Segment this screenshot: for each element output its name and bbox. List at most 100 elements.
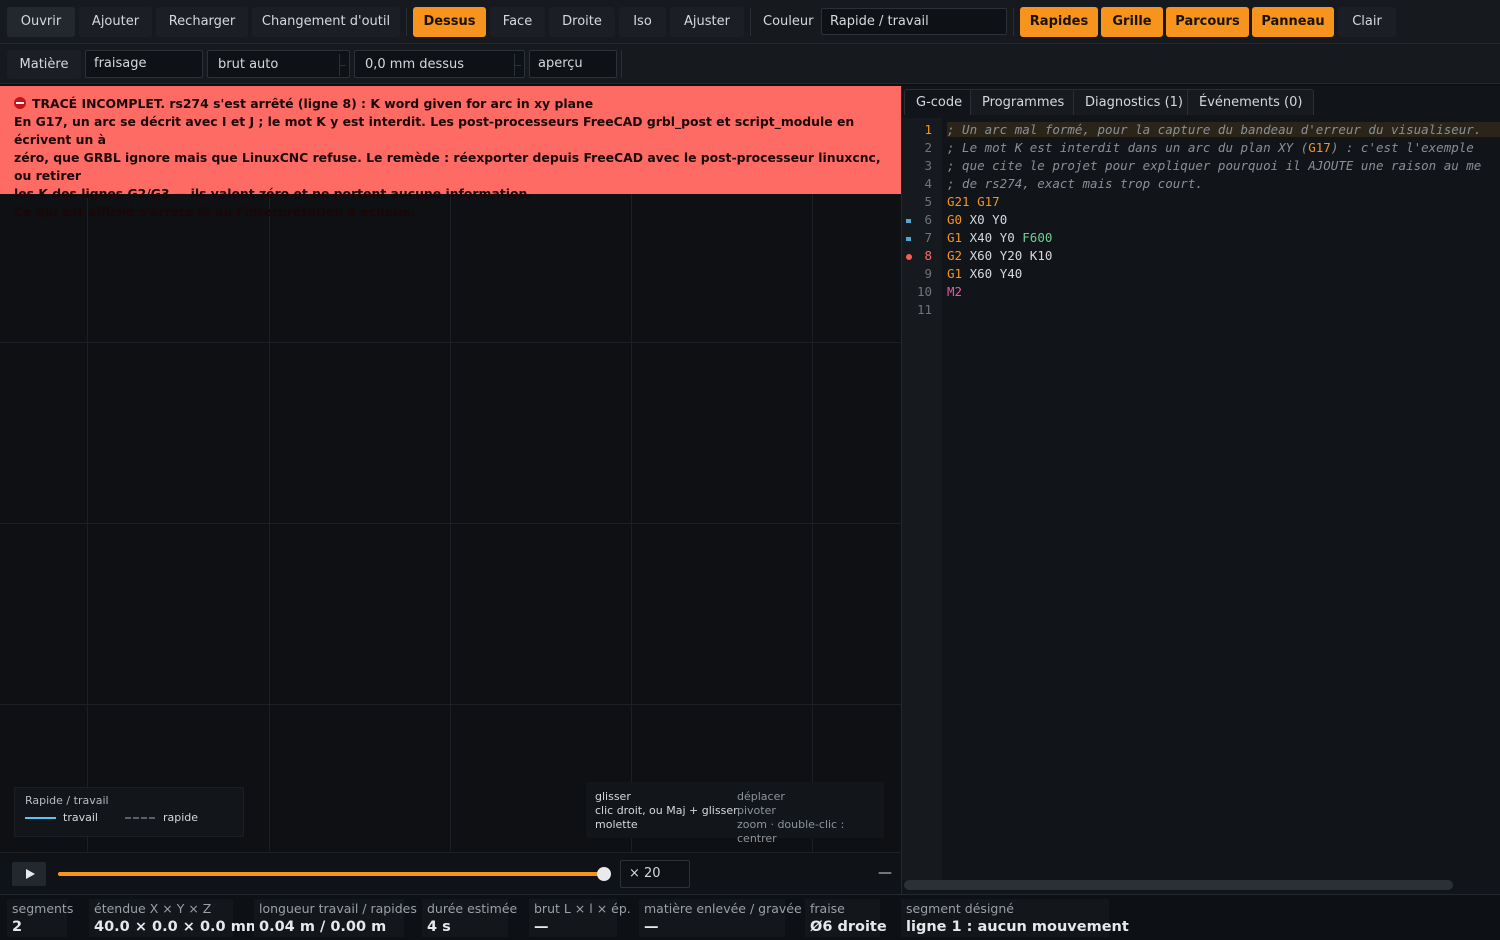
stat-value: — xyxy=(534,919,549,935)
stop-icon xyxy=(14,97,26,109)
legend-work-label: travail xyxy=(63,811,98,824)
stat-value: ligne 1 : aucun mouvement xyxy=(906,919,1129,935)
toolpath-viewport[interactable]: TRACÉ INCOMPLET. rs274 s'est arrêté (lig… xyxy=(0,86,901,852)
stat-label: durée estimée xyxy=(427,901,518,916)
toolbar-divider xyxy=(621,50,622,78)
error-text-line: En G17, un arc se décrit avec I et J ; l… xyxy=(14,114,855,147)
segment-marker-icon xyxy=(906,237,911,241)
stat-duration: durée estimée 4 s xyxy=(422,899,517,937)
offset-spinner[interactable] xyxy=(514,54,521,76)
stat-removed: matière enlevée / gravée — xyxy=(639,899,802,937)
display-mode-select[interactable]: aperçu xyxy=(529,50,617,78)
help-action: déplacer xyxy=(737,790,785,803)
toggle-grid-button[interactable]: Grille xyxy=(1101,7,1163,37)
gcode-line[interactable]: ; de rs274, exact mais trop court. xyxy=(947,176,1203,191)
gcode-line[interactable]: G2 X60 Y20 K10 xyxy=(947,248,1052,263)
stat-label: étendue X × Y × Z xyxy=(94,901,212,916)
main-toolbar: Ouvrir Ajouter Recharger Changement d'ou… xyxy=(0,0,1500,44)
line-number: 5 xyxy=(924,194,932,209)
error-banner: TRACÉ INCOMPLET. rs274 s'est arrêté (lig… xyxy=(0,86,901,219)
progress-slider[interactable] xyxy=(58,867,611,881)
gcode-line[interactable]: G21 G17 xyxy=(947,194,1000,209)
horizontal-scrollbar[interactable] xyxy=(904,880,1453,890)
toolbar-divider xyxy=(750,8,751,36)
playback-end-marker: — xyxy=(878,865,892,881)
side-panel: G-code Programmes Diagnostics (1) Événem… xyxy=(901,86,1500,894)
view-top-button[interactable]: Dessus xyxy=(413,7,486,37)
tab-gcode[interactable]: G-code xyxy=(904,89,975,115)
gcode-line[interactable]: M2 xyxy=(947,284,962,299)
toggle-paths-button[interactable]: Parcours xyxy=(1166,7,1249,37)
toolbar-divider xyxy=(406,8,407,36)
view-front-button[interactable]: Face xyxy=(490,7,545,37)
line-number: 4 xyxy=(924,176,932,191)
stat-label: fraise xyxy=(810,901,845,916)
stat-value: 2 xyxy=(12,919,23,935)
toggle-rapids-button[interactable]: Rapides xyxy=(1020,7,1098,37)
stat-value: 4 s xyxy=(427,919,451,935)
tab-events[interactable]: Événements (0) xyxy=(1187,89,1315,115)
stat-extent: étendue X × Y × Z 40.0 × 0.0 × 0.0 mm xyxy=(89,899,261,937)
open-button[interactable]: Ouvrir xyxy=(7,7,75,37)
view-right-button[interactable]: Droite xyxy=(549,7,615,37)
tool-change-button[interactable]: Changement d'outil xyxy=(252,7,400,37)
add-button[interactable]: Ajouter xyxy=(79,7,152,37)
reload-button[interactable]: Recharger xyxy=(156,7,248,37)
line-number: 3 xyxy=(924,158,932,173)
operation-select[interactable]: fraisage xyxy=(85,50,203,78)
path-legend: Rapide / travail travail rapide xyxy=(14,787,244,837)
material-button[interactable]: Matière xyxy=(7,50,81,79)
view-iso-button[interactable]: Iso xyxy=(619,7,666,37)
gcode-line[interactable]: G1 X60 Y40 xyxy=(947,266,1022,281)
offset-spinbox[interactable]: 0,0 mm dessus xyxy=(354,50,525,78)
line-number: 11 xyxy=(916,302,932,317)
error-title-row: TRACÉ INCOMPLET. rs274 s'est arrêté (lig… xyxy=(14,95,887,113)
stat-stock: brut L × l × ép. — xyxy=(529,899,631,937)
help-action: zoom · double-clic : centrer xyxy=(737,818,845,845)
line-number: 2 xyxy=(924,140,932,155)
error-marker-icon xyxy=(906,254,912,260)
view-fit-button[interactable]: Ajuster xyxy=(670,7,744,37)
help-key: molette xyxy=(595,818,638,831)
stat-label: matière enlevée / gravée xyxy=(644,901,802,916)
stat-value: Ø6 droite xyxy=(810,919,887,935)
color-scheme-select[interactable]: Rapide / travail xyxy=(821,8,1007,35)
tab-programs[interactable]: Programmes xyxy=(970,89,1077,115)
stat-segment: segment désigné ligne 1 : aucun mouvemen… xyxy=(901,899,1129,937)
stat-label: segment désigné xyxy=(906,901,1014,916)
stock-select-value: brut auto xyxy=(218,57,279,72)
mouse-help-box: glisser déplacer clic droit, ou Maj + gl… xyxy=(586,782,884,845)
gcode-editor[interactable]: 1 2 3 4 5 6 7 8 9 10 11 ; Un arc mal formé, pour l… xyxy=(902,118,1500,880)
stat-segments: segments 2 xyxy=(7,899,73,937)
gcode-line[interactable]: ; Le mot K est interdit dans un arc du p… xyxy=(947,140,1474,155)
error-title: TRACÉ INCOMPLET. rs274 s'est arrêté (lig… xyxy=(32,96,594,111)
error-text-line: les K des lignes G2/G3 — ils valent zéro… xyxy=(14,186,533,201)
theme-light-button[interactable]: Clair xyxy=(1338,7,1396,37)
legend-title: Rapide / travail xyxy=(25,794,109,807)
gcode-line[interactable]: G1 X40 Y0 F600 xyxy=(947,230,1052,245)
progress-fill xyxy=(58,872,604,876)
play-button[interactable] xyxy=(12,862,46,886)
tab-diagnostics[interactable]: Diagnostics (1) xyxy=(1073,89,1195,115)
stock-select[interactable]: brut auto xyxy=(207,50,350,78)
stat-value: 0.04 m / 0.00 m xyxy=(259,919,387,935)
line-number: 9 xyxy=(924,266,932,281)
segment-marker-icon xyxy=(906,219,911,223)
gcode-line[interactable]: ; Un arc mal formé, pour la capture du b… xyxy=(947,122,1500,137)
error-text-line: zéro, que GRBL ignore mais que LinuxCNC … xyxy=(14,150,881,183)
help-action: pivoter xyxy=(737,804,776,817)
progress-thumb[interactable] xyxy=(597,867,611,881)
stock-spinner[interactable] xyxy=(339,54,346,76)
stat-value: 40.0 × 0.0 × 0.0 mm xyxy=(94,919,261,935)
gcode-line[interactable]: ; que cite le projet pour expliquer pour… xyxy=(947,158,1481,173)
toggle-panel-button[interactable]: Panneau xyxy=(1252,7,1334,37)
material-toolbar: Matière fraisage brut auto 0,0 mm dessus… xyxy=(0,44,1500,84)
line-number: 1 xyxy=(924,122,932,137)
error-text-line: Ce qui est affiché s'arrête là où l'inte… xyxy=(14,204,416,219)
stat-label: longueur travail / rapides xyxy=(259,901,417,916)
stat-tool: fraise Ø6 droite xyxy=(805,899,887,937)
stat-label: segments xyxy=(12,901,74,916)
legend-rapid-swatch xyxy=(125,817,155,819)
gcode-line[interactable]: G0 X0 Y0 xyxy=(947,212,1007,227)
speed-field[interactable]: × 20 xyxy=(620,860,690,888)
